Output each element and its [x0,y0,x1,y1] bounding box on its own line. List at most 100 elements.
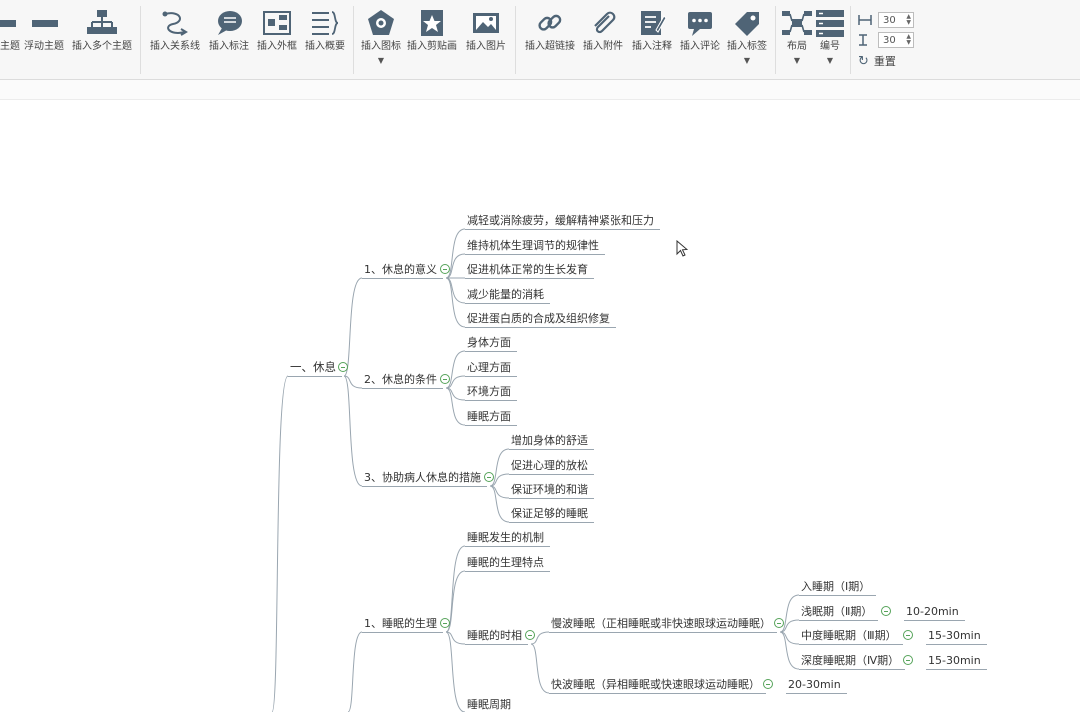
horizontal-spacing-input[interactable]: 30 ▲ ▼ [878,12,914,28]
layout-button[interactable]: 布局 ▼ [781,8,813,72]
collapse-toggle-icon[interactable] [440,374,450,384]
dropdown-caret-icon[interactable]: ▼ [378,57,384,65]
mindmap-canvas[interactable]: 一、休息 1、休息的意义 减轻或消除疲劳，缓解精神紧张和压力 维持机体生理调节的… [0,100,1080,712]
dropdown-caret-icon[interactable]: ▼ [744,57,750,65]
note-button[interactable]: 插入注释 [632,8,672,72]
image-button[interactable]: 插入图片 [466,8,506,72]
summary-button[interactable]: 插入概要 [305,8,345,72]
collapse-toggle-icon[interactable] [440,618,450,628]
topic-rest-conditions[interactable]: 2、休息的条件 [362,373,443,389]
topic-node[interactable]: 睡眠周期 [465,698,517,712]
topic-sleep-phases[interactable]: 睡眠的时相 [465,629,528,645]
toolbar-separator [775,6,776,74]
topic-rest-measures[interactable]: 3、协助病人休息的措施 [362,471,487,487]
vertical-spacing-row: 30 ▲ ▼ [858,32,914,48]
topic-duration[interactable]: 15-30min [926,654,987,670]
insert-icon-button[interactable]: 插入图标 ▼ [361,8,401,72]
collapse-toggle-icon[interactable] [440,264,450,274]
numbering-button[interactable]: 编号 ▼ [814,8,846,72]
collapse-toggle-icon[interactable] [338,362,348,372]
branch-line [489,485,510,523]
clipart-button[interactable]: 插入剪贴画 [407,8,457,72]
topic-node[interactable]: 增加身体的舒适 [509,434,594,450]
topic-node[interactable]: 减少能量的消耗 [465,288,550,304]
topic-node[interactable]: 中度睡眠期（Ⅲ期） [799,629,903,645]
topic-node[interactable]: 维持机体生理调节的规律性 [465,239,605,255]
label-icon [735,12,759,36]
branch-line [343,277,363,377]
topic-node[interactable]: 心理方面 [465,361,517,377]
topic-duration[interactable]: 10-20min [904,605,965,621]
branch-line [530,643,550,694]
topic-rest-meaning[interactable]: 1、休息的意义 [362,263,443,279]
attachment-icon [594,11,616,34]
topic-node[interactable]: 促进心理的放松 [509,459,594,475]
multiple-topics-icon [87,10,117,34]
toolbar-separator [850,6,851,74]
collapse-toggle-icon[interactable] [774,618,784,628]
topic-duration[interactable]: 15-30min [926,629,987,645]
toolbar: 主题 浮动主题 插入多个主题 插入关系线 插入标注 插入外框 插入概要 插入图标… [0,0,1080,80]
topic-node[interactable]: 促进机体正常的生长发育 [465,263,594,279]
multiple-topics-button[interactable]: 插入多个主题 [72,8,132,72]
subtopic-button[interactable]: 主题 [0,8,26,72]
branch-line [779,594,800,633]
topic-node[interactable]: 保证环境的和谐 [509,483,594,499]
subtopic-icon [0,20,16,27]
label-button[interactable]: 插入标签 ▼ [727,8,767,72]
boundary-button[interactable]: 插入外框 [257,8,297,72]
topic-node[interactable]: 促进蛋白质的合成及组织修复 [465,312,616,328]
relationship-icon [162,11,188,36]
topic-node[interactable]: 睡眠发生的机制 [465,531,550,547]
spinner-arrows-icon[interactable]: ▲ ▼ [906,34,911,46]
clipart-icon [421,10,443,36]
floating-topic-button[interactable]: 浮动主题 [24,8,64,72]
branch-line [445,277,466,304]
dropdown-caret-icon[interactable]: ▼ [827,57,833,65]
note-icon [641,11,667,35]
attachment-button[interactable]: 插入附件 [583,8,623,72]
topic-node[interactable]: 身体方面 [465,336,517,352]
summary-icon [312,11,339,35]
layout-icon [782,11,812,35]
comment-button[interactable]: 插入评论 [680,8,720,72]
reset-button[interactable]: ↻ 重置 [858,53,896,69]
collapse-toggle-icon[interactable] [484,472,494,482]
topic-node[interactable]: 深度睡眠期（Ⅳ期） [799,654,906,670]
vertical-spacing-icon [859,34,867,46]
toolbar-separator [353,6,354,74]
topic-node[interactable]: 睡眠的生理特点 [465,556,550,572]
topic-node[interactable]: 入睡期（Ⅰ期） [799,580,877,596]
topic-node[interactable]: 保证足够的睡眠 [509,507,594,523]
topic-duration[interactable]: 20-30min [786,678,847,694]
topic-node[interactable]: 环境方面 [465,385,517,401]
collapse-toggle-icon[interactable] [903,630,913,640]
topic-sleep-physiology[interactable]: 1、睡眠的生理 [362,617,443,633]
collapse-toggle-icon[interactable] [881,606,891,616]
dropdown-caret-icon[interactable]: ▼ [794,57,800,65]
relationship-button[interactable]: 插入关系线 [150,8,200,72]
branch-line [445,631,466,645]
callout-button[interactable]: 插入标注 [209,8,249,72]
collapse-toggle-icon[interactable] [763,679,773,689]
topic-slow-wave-sleep[interactable]: 慢波睡眠（正相睡眠或非快速眼球运动睡眠） [549,617,777,633]
topic-fast-wave-sleep[interactable]: 快波睡眠（异相睡眠或快速眼球运动睡眠） [549,678,766,694]
topic-rest[interactable]: 一、休息 [288,361,342,377]
horizontal-spacing-row: 30 ▲ ▼ [858,12,914,28]
branch-line [489,448,510,487]
vertical-spacing-input[interactable]: 30 ▲ ▼ [878,32,914,48]
spinner-arrows-icon[interactable]: ▲ ▼ [906,14,911,26]
branch-line [445,387,466,426]
topic-node[interactable]: 减轻或消除疲劳，缓解精神紧张和压力 [465,214,660,230]
toolbar-separator [515,6,516,74]
insert-icon-icon [368,10,394,35]
image-icon [473,13,499,33]
collapse-toggle-icon[interactable] [903,655,913,665]
topic-node[interactable]: 睡眠方面 [465,410,517,426]
boundary-icon [263,11,291,35]
hyperlink-button[interactable]: 插入超链接 [525,8,575,72]
topic-node[interactable]: 浅眠期（Ⅱ期） [799,605,879,621]
horizontal-spacing-icon [858,15,872,25]
collapse-toggle-icon[interactable] [525,630,535,640]
floating-topic-icon [32,20,58,27]
